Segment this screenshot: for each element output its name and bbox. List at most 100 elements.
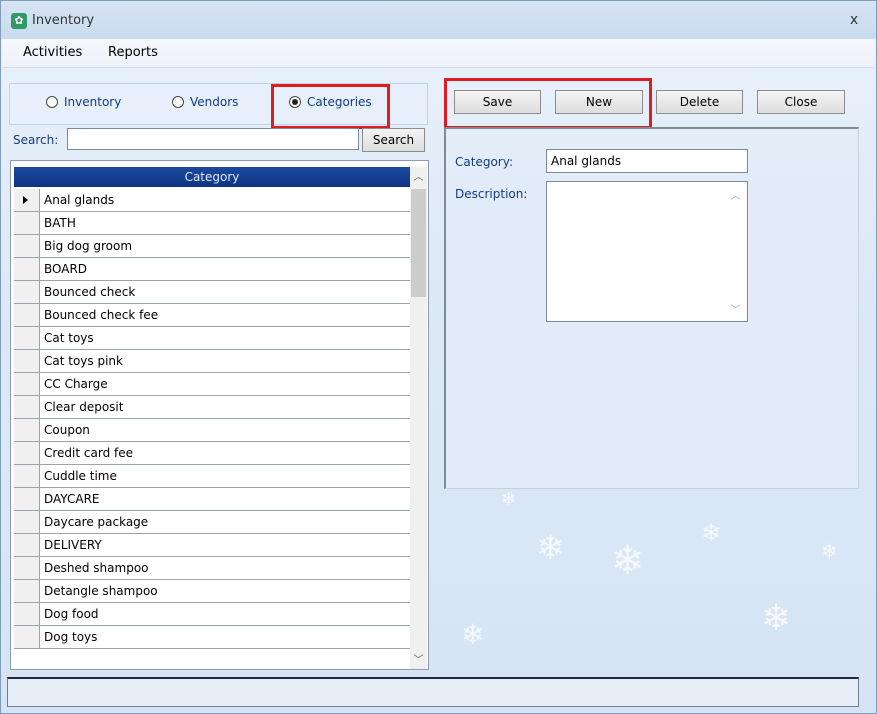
row-selector[interactable] <box>14 488 40 510</box>
table-row[interactable]: BOARD <box>14 258 410 281</box>
table-row[interactable]: DAYCARE <box>14 488 410 511</box>
table-row[interactable]: Clear deposit <box>14 396 410 419</box>
table-row[interactable]: BATH <box>14 212 410 235</box>
snowflake-decoration: ❄ <box>821 539 838 563</box>
row-selector[interactable] <box>14 442 40 464</box>
search-button[interactable]: Search <box>362 128 425 152</box>
table-row[interactable]: Big dog groom <box>14 235 410 258</box>
row-selector[interactable] <box>14 419 40 441</box>
row-selector[interactable] <box>14 396 40 418</box>
search-label: Search: <box>13 133 59 147</box>
table-row[interactable]: DELIVERY <box>14 534 410 557</box>
category-cell[interactable]: Cat toys <box>40 327 410 349</box>
radio-label: Categories <box>307 95 372 109</box>
chevron-up-icon[interactable]: ︿ <box>727 187 744 202</box>
row-selector[interactable] <box>14 235 40 257</box>
row-selector[interactable] <box>14 281 40 303</box>
category-cell[interactable]: CC Charge <box>40 373 410 395</box>
table-row[interactable]: Detangle shampoo <box>14 580 410 603</box>
chevron-down-icon[interactable]: ﹀ <box>727 301 744 316</box>
app-icon: ✿ <box>11 13 27 29</box>
row-selector[interactable] <box>14 534 40 556</box>
radio-inventory[interactable]: Inventory <box>46 95 121 109</box>
table-row[interactable]: Bounced check <box>14 281 410 304</box>
table-row[interactable]: Dog toys <box>14 626 410 649</box>
radio-categories[interactable]: Categories <box>289 95 372 109</box>
radio-checked-icon[interactable] <box>289 96 301 108</box>
category-cell[interactable]: Dog toys <box>40 626 410 648</box>
category-cell[interactable]: Dog food <box>40 603 410 625</box>
menu-activities[interactable]: Activities <box>23 45 82 60</box>
search-input[interactable] <box>67 128 359 150</box>
row-selector[interactable] <box>14 189 40 211</box>
category-cell[interactable]: DAYCARE <box>40 488 410 510</box>
table-row[interactable]: Credit card fee <box>14 442 410 465</box>
row-selector[interactable] <box>14 373 40 395</box>
table-row[interactable]: Daycare package <box>14 511 410 534</box>
row-selector[interactable] <box>14 212 40 234</box>
row-selector[interactable] <box>14 603 40 625</box>
table-row[interactable]: Cat toys pink <box>14 350 410 373</box>
table-row[interactable]: Bounced check fee <box>14 304 410 327</box>
category-cell[interactable]: DELIVERY <box>40 534 410 556</box>
category-cell[interactable]: Cat toys pink <box>40 350 410 372</box>
close-icon[interactable]: x <box>844 10 864 30</box>
category-cell[interactable]: Deshed shampoo <box>40 557 410 579</box>
description-field[interactable] <box>546 181 748 322</box>
row-selector[interactable] <box>14 626 40 648</box>
table-row[interactable]: CC Charge <box>14 373 410 396</box>
category-detail-panel: Category: Description: ︿ ﹀ <box>444 127 859 489</box>
snowflake-decoration: ❄ <box>536 528 565 568</box>
table-row[interactable]: Cuddle time <box>14 465 410 488</box>
close-button[interactable]: Close <box>757 90 845 114</box>
row-selector[interactable] <box>14 304 40 326</box>
delete-button[interactable]: Delete <box>656 90 743 114</box>
category-cell[interactable]: Detangle shampoo <box>40 580 410 602</box>
row-selector[interactable] <box>14 511 40 533</box>
row-selector[interactable] <box>14 327 40 349</box>
radio-circle-icon[interactable] <box>46 96 58 108</box>
row-selector[interactable] <box>14 350 40 372</box>
category-cell[interactable]: Coupon <box>40 419 410 441</box>
radio-circle-icon[interactable] <box>172 96 184 108</box>
save-button[interactable]: Save <box>454 90 541 114</box>
category-cell[interactable]: Anal glands <box>40 189 410 211</box>
menu-bar: Activities Reports <box>2 39 875 68</box>
category-cell[interactable]: Big dog groom <box>40 235 410 257</box>
menu-reports[interactable]: Reports <box>108 45 158 60</box>
category-cell[interactable]: Clear deposit <box>40 396 410 418</box>
new-button[interactable]: New <box>555 90 643 114</box>
category-cell[interactable]: Bounced check <box>40 281 410 303</box>
grid-scrollbar[interactable]: ︿ ﹀ <box>410 167 427 669</box>
row-selector[interactable] <box>14 465 40 487</box>
view-selector: Inventory Vendors Categories <box>9 83 428 125</box>
row-selector[interactable] <box>14 580 40 602</box>
table-row[interactable]: Anal glands <box>14 189 410 212</box>
inventory-window: ✻ ✻ ✻ ✻ ❄ ❄ ❄ ❄ ❄ ❄ ❄ ✿ Inventory x Acti… <box>0 0 877 714</box>
scroll-thumb[interactable] <box>411 189 426 297</box>
category-label: Category: <box>455 155 513 169</box>
category-cell[interactable]: BATH <box>40 212 410 234</box>
snowflake-decoration: ❄ <box>761 598 792 639</box>
radio-label: Inventory <box>64 95 122 109</box>
table-row[interactable]: Deshed shampoo <box>14 557 410 580</box>
column-header-category[interactable]: Category <box>14 167 410 187</box>
scroll-up-icon[interactable]: ︿ <box>410 169 427 186</box>
category-cell[interactable]: Cuddle time <box>40 465 410 487</box>
category-cell[interactable]: Bounced check fee <box>40 304 410 326</box>
table-row[interactable]: Dog food <box>14 603 410 626</box>
table-row[interactable]: Coupon <box>14 419 410 442</box>
description-label: Description: <box>455 187 528 201</box>
scroll-down-icon[interactable]: ﹀ <box>410 652 427 669</box>
radio-label: Vendors <box>190 95 239 109</box>
category-cell[interactable]: BOARD <box>40 258 410 280</box>
grid-body: Anal glands BATH Big dog groom BOARD Bounced… <box>14 189 410 669</box>
table-row[interactable]: Cat toys <box>14 327 410 350</box>
radio-vendors[interactable]: Vendors <box>172 95 238 109</box>
category-cell[interactable]: Credit card fee <box>40 442 410 464</box>
row-selector[interactable] <box>14 258 40 280</box>
row-selector[interactable] <box>14 557 40 579</box>
snowflake-decoration: ❄ <box>611 538 645 584</box>
category-cell[interactable]: Daycare package <box>40 511 410 533</box>
category-field[interactable] <box>546 149 748 173</box>
